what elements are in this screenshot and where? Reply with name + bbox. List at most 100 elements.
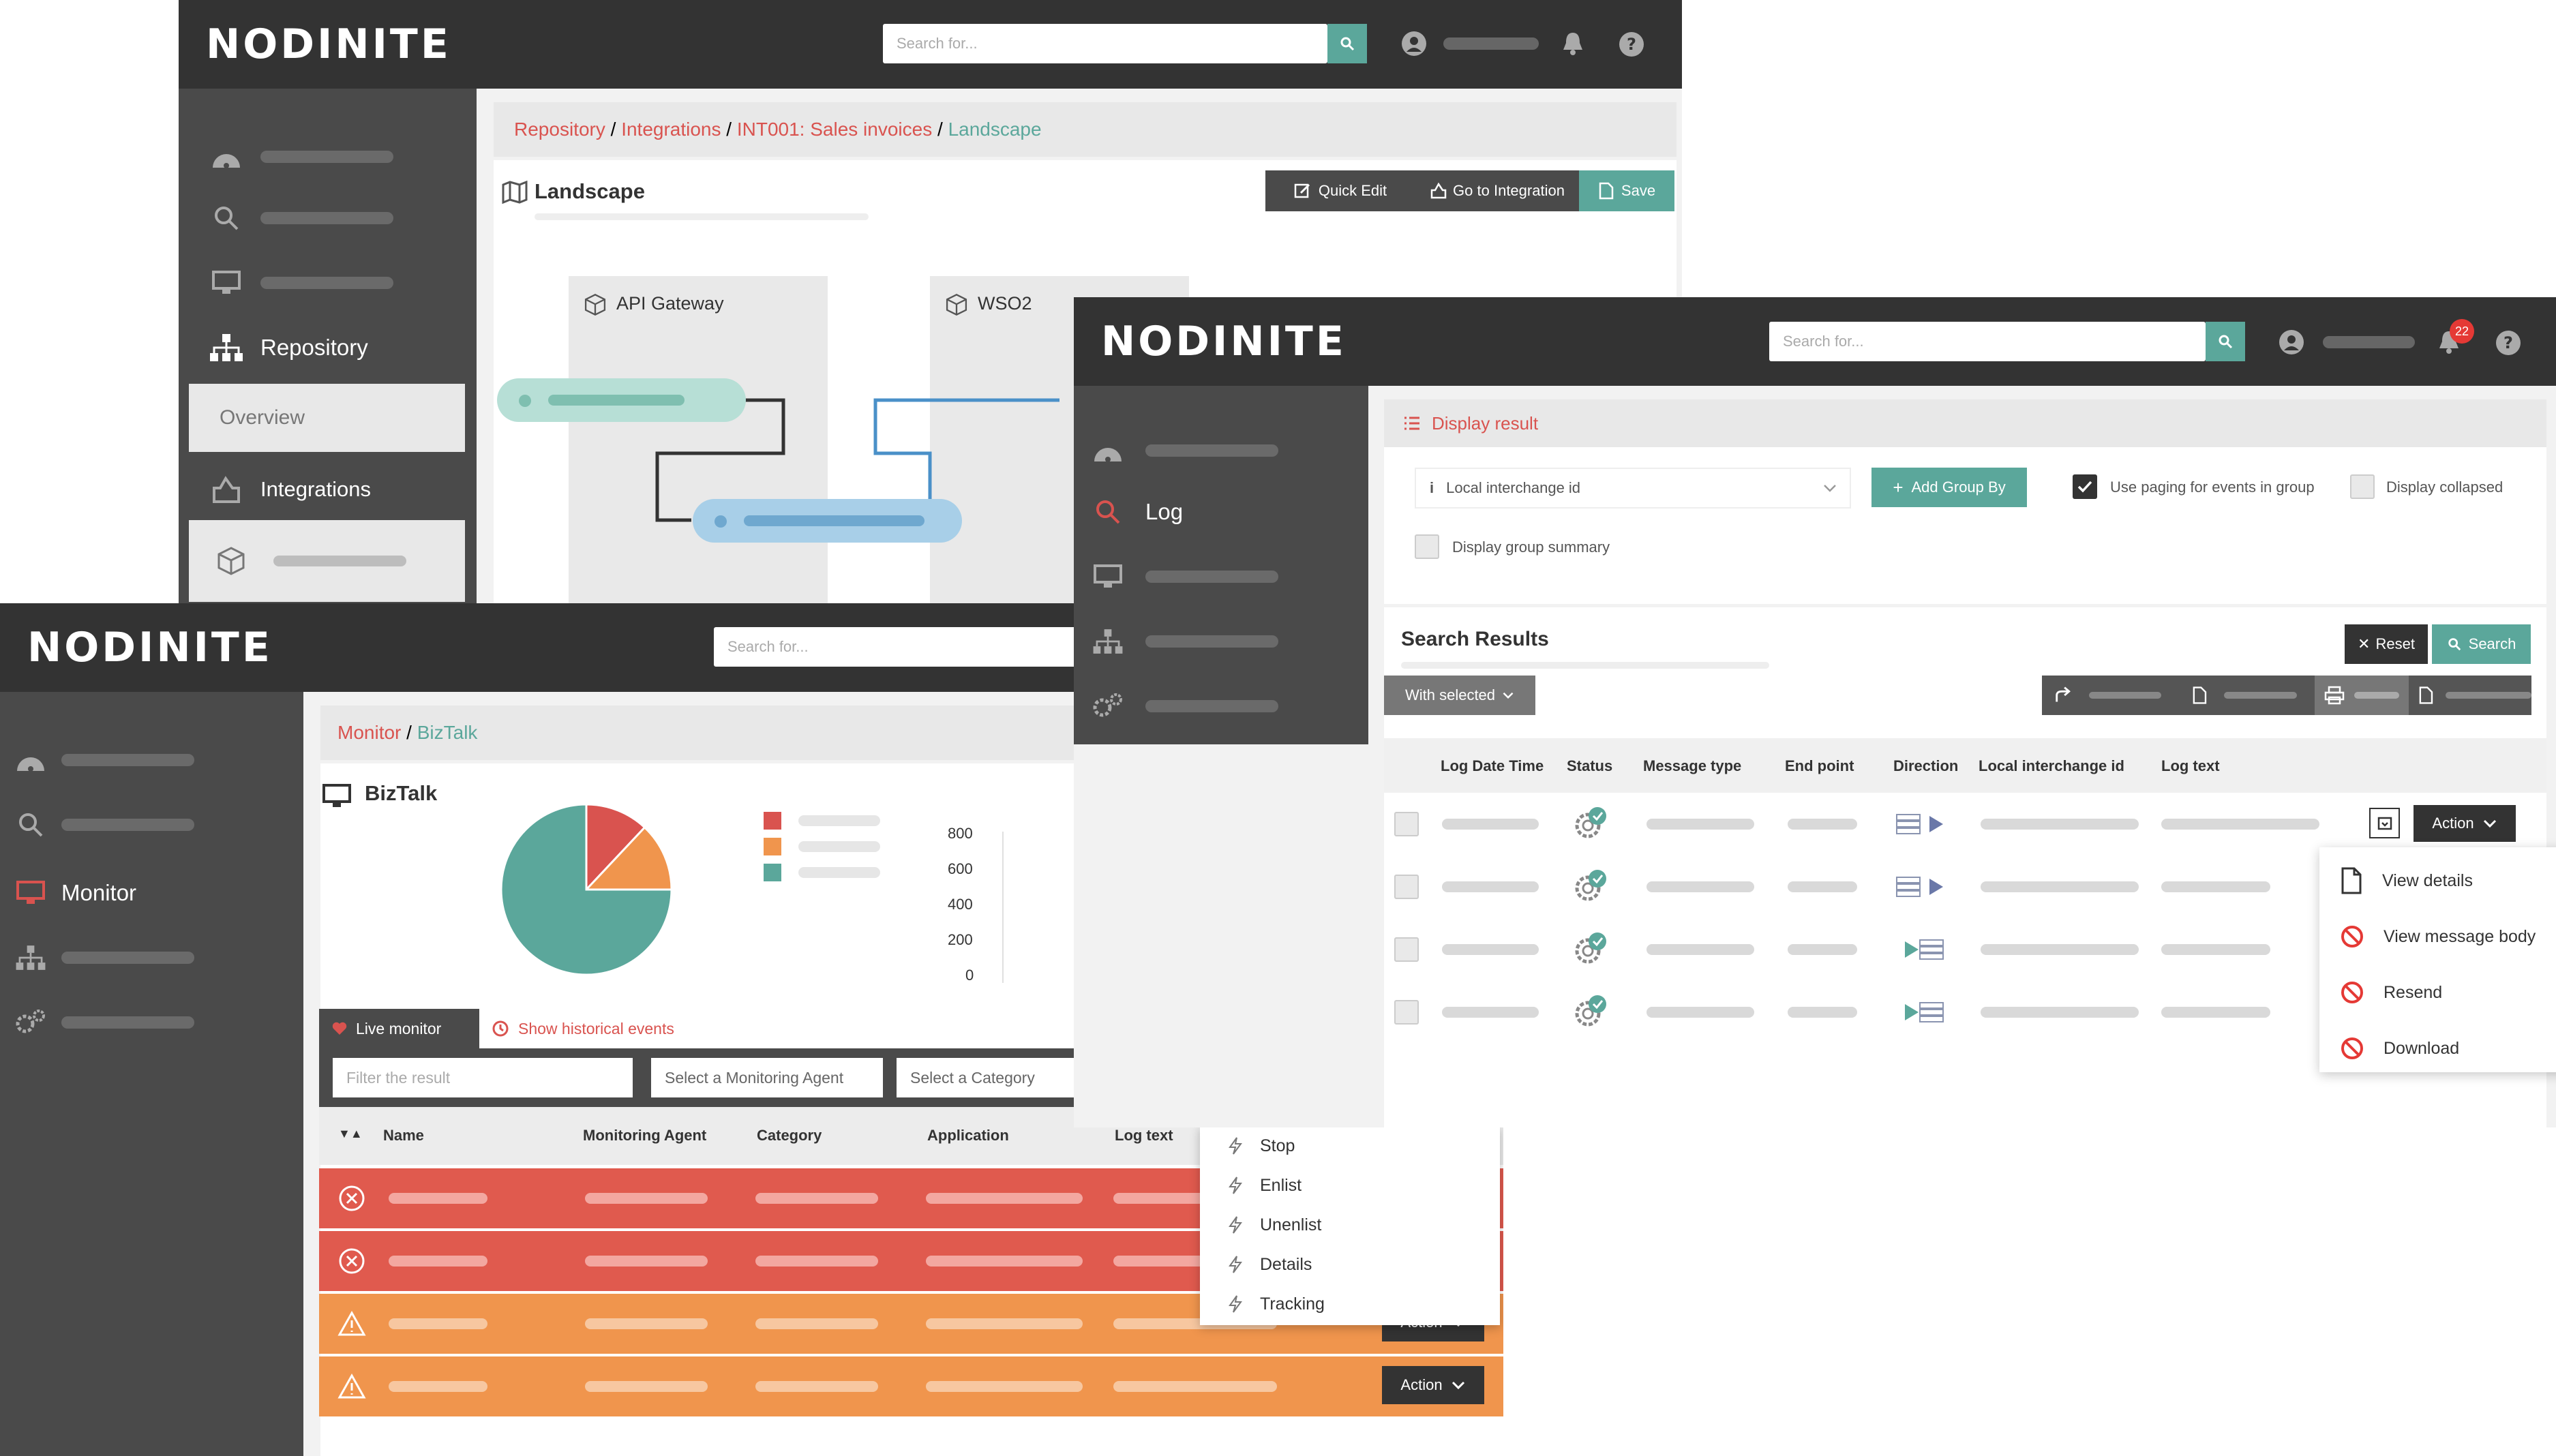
blocked-icon [2341,982,2363,1003]
topbar: NODINITE Search for... 22 ? [1074,297,2556,386]
document-icon [2341,867,2362,894]
gears-icon [16,1010,45,1033]
tab-historical-events[interactable]: Show historical events [491,1009,674,1048]
search-button[interactable] [2206,322,2245,361]
add-group-by-button[interactable]: + Add Group By [1871,468,2027,507]
sidebar-item-label: Log [1145,499,1184,524]
table-row[interactable]: Action [1384,793,2546,855]
bolt-icon [1229,1256,1242,1273]
group-by-select[interactable]: i Local interchange id [1415,468,1851,509]
sidebar-item-monitor[interactable] [179,262,477,303]
history-icon [492,1020,509,1037]
column-header-message-type[interactable]: Message type [1643,757,1741,775]
column-header-status[interactable]: Status [1567,757,1612,775]
help-icon[interactable]: ? [1619,31,1644,57]
menu-item-view-details[interactable]: View details [2319,854,2556,907]
info-icon: i [1430,479,1434,496]
sidebar-item-settings[interactable] [1074,686,1368,727]
column-header-application[interactable]: Application [927,1127,1009,1144]
column-header-log-date-time[interactable]: Log Date Time [1441,757,1544,775]
display-collapsed-checkbox[interactable] [2350,474,2375,499]
column-header-end-point[interactable]: End point [1785,757,1854,775]
sidebar-item-integrations[interactable]: Integrations [179,464,477,515]
help-icon[interactable]: ? [2495,330,2521,356]
integration-icon [213,475,240,503]
breadcrumb-link-int001[interactable]: INT001: Sales invoices [737,119,932,140]
menu-item-details[interactable]: Details [1200,1245,1500,1284]
display-group-summary-checkbox[interactable] [1415,534,1439,559]
search-button[interactable] [1327,24,1367,63]
menu-item-enlist[interactable]: Enlist [1200,1166,1500,1205]
monitor-icon [1094,564,1122,588]
menu-item-view-message-body[interactable]: View message body [2319,910,2556,963]
user-icon[interactable] [1401,31,1427,57]
y-tick-label: 200 [948,931,973,948]
sidebar-item-dashboard[interactable] [0,740,303,780]
sidebar-item-monitor[interactable]: Monitor [0,869,303,917]
row-action-button[interactable]: Action [1382,1366,1484,1404]
menu-item-download[interactable]: Download [2319,1022,2556,1075]
error-icon [339,1185,365,1211]
filter-result-input[interactable]: Filter the result [333,1058,633,1097]
y-tick-label: 400 [948,896,973,913]
with-selected-button[interactable]: With selected [1384,676,1535,715]
table-row[interactable] [319,1356,1503,1416]
tab-live-monitor[interactable]: Live monitor [319,1009,479,1048]
breadcrumb-link-integrations[interactable]: Integrations [621,119,721,140]
menu-item-unenlist[interactable]: Unenlist [1200,1205,1500,1245]
column-header-category[interactable]: Category [757,1127,822,1144]
print-icon[interactable] [2324,686,2345,705]
menu-item-resend[interactable]: Resend [2319,966,2556,1019]
column-header-agent[interactable]: Monitoring Agent [583,1127,706,1144]
search-icon [1340,37,1355,51]
bolt-icon [1229,1177,1242,1194]
row-checkbox[interactable] [1394,875,1419,899]
file-icon[interactable] [2192,686,2208,705]
column-header-log-text[interactable]: Log text [2161,757,2220,775]
search-input[interactable]: Search for... [1769,322,2206,361]
user-icon[interactable] [2279,329,2304,355]
search-input[interactable]: Search for... [883,24,1327,63]
reset-button[interactable]: ✕ Reset [2345,624,2428,664]
breadcrumb-link-monitor[interactable]: Monitor [337,722,401,744]
column-header-direction[interactable]: Direction [1893,757,1958,775]
menu-item-tracking[interactable]: Tracking [1200,1284,1500,1324]
search-button[interactable]: Search [2432,624,2531,664]
sidebar-item-label: Monitor [61,880,137,905]
row-action-button[interactable]: Action [2414,805,2516,842]
sidebar-item-resource[interactable] [189,520,465,602]
sidebar-item-monitor[interactable] [1074,556,1368,597]
sidebar-item-settings[interactable] [0,1002,303,1043]
action-dropdown-menu: View details View message body Resend Do… [2319,847,2556,1072]
row-checkbox[interactable] [1394,1000,1419,1025]
expand-icon [2377,817,2392,830]
sidebar-item-search[interactable] [0,804,303,845]
display-result-header[interactable]: Display result [1384,399,2546,447]
share-icon[interactable] [2053,686,2073,705]
row-view-button[interactable] [2369,808,2400,838]
column-header-local-interchange-id[interactable]: Local interchange id [1979,757,2124,775]
dashboard-icon [213,154,240,168]
search-input[interactable]: Search for... [714,627,1096,667]
breadcrumb-link-repository[interactable]: Repository [514,119,605,140]
menu-item-stop[interactable]: Stop [1200,1126,1500,1166]
sidebar-item-dashboard[interactable] [1074,430,1368,471]
monitoring-agent-select[interactable]: Select a Monitoring Agent [651,1058,883,1097]
file-icon[interactable] [2418,686,2434,705]
service-pill[interactable] [497,378,746,422]
bell-icon[interactable] [1559,29,1587,57]
sidebar-item-repository[interactable] [1074,621,1368,662]
sort-icon[interactable]: ▼▲ [338,1127,363,1141]
row-checkbox[interactable] [1394,812,1419,836]
sidebar-item-dashboard[interactable] [179,136,477,177]
sidebar-item-search[interactable] [179,198,477,239]
service-pill[interactable] [693,499,962,543]
use-paging-checkbox[interactable] [2073,474,2097,499]
sidebar-subitem-overview[interactable]: Overview [189,384,465,452]
row-checkbox[interactable] [1394,937,1419,962]
column-header-log-text[interactable]: Log text [1115,1127,1173,1144]
sidebar-item-log[interactable]: Log [1074,488,1368,536]
column-header-name[interactable]: Name [383,1127,424,1144]
sidebar-item-repository[interactable] [0,937,303,978]
sidebar-item-repository[interactable]: Repository [179,324,477,371]
